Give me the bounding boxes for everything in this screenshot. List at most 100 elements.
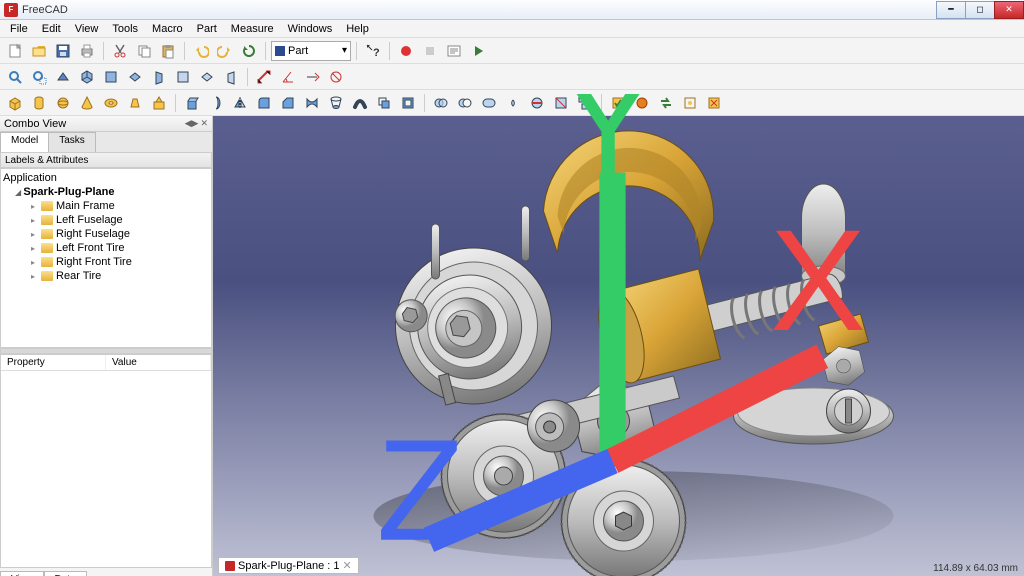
tree-item-label: Left Fuselage: [56, 214, 123, 226]
stop-macro-icon[interactable]: [419, 40, 441, 62]
bottom-view-icon[interactable]: [196, 66, 218, 88]
cylinder-icon[interactable]: [28, 92, 50, 114]
toolbar-view: [0, 64, 1024, 90]
tree-item[interactable]: Rear Tire: [3, 269, 209, 283]
cut-icon[interactable]: [109, 40, 131, 62]
tree-item-label: Main Frame: [56, 200, 115, 212]
macros-icon[interactable]: [443, 40, 465, 62]
status-bar: 114.89 x 64.03 mm: [933, 563, 1018, 574]
value-col: Value: [106, 355, 211, 370]
minimize-button[interactable]: ━: [936, 1, 966, 19]
draw-style-icon[interactable]: [52, 66, 74, 88]
tree-view[interactable]: Application Spark-Plug-Plane Main Frame …: [0, 168, 212, 348]
save-icon[interactable]: [52, 40, 74, 62]
combo-view-panel: Combo View ◀▶ ✕ Model Tasks Labels & Att…: [0, 116, 213, 576]
tree-item[interactable]: Main Frame: [3, 199, 209, 213]
folder-icon: [41, 201, 53, 211]
tab-tasks[interactable]: Tasks: [48, 132, 96, 152]
combo-view-title: Combo View: [4, 118, 66, 130]
record-macro-icon[interactable]: [395, 40, 417, 62]
document-tab[interactable]: Spark-Plug-Plane : 1 ✕: [218, 557, 359, 574]
sphere-icon[interactable]: [52, 92, 74, 114]
fit-all-icon[interactable]: [4, 66, 26, 88]
title-bar: F FreeCAD ━ ◻ ✕: [0, 0, 1024, 20]
menu-view[interactable]: View: [69, 22, 105, 36]
maximize-button[interactable]: ◻: [965, 1, 995, 19]
measure-linear-icon[interactable]: [253, 66, 275, 88]
tab-model[interactable]: Model: [0, 132, 49, 152]
top-view-icon[interactable]: [124, 66, 146, 88]
print-icon[interactable]: [76, 40, 98, 62]
axo-view-icon[interactable]: [76, 66, 98, 88]
folder-icon: [41, 215, 53, 225]
menu-tools[interactable]: Tools: [106, 22, 144, 36]
cone-icon[interactable]: [76, 92, 98, 114]
redo-icon[interactable]: [214, 40, 236, 62]
tree-item-label: Rear Tire: [56, 270, 101, 282]
paste-icon[interactable]: [157, 40, 179, 62]
refresh-icon[interactable]: [238, 40, 260, 62]
combo-view-header: Combo View ◀▶ ✕: [0, 116, 212, 132]
torus-icon[interactable]: [100, 92, 122, 114]
menu-file[interactable]: File: [4, 22, 34, 36]
toolbar-main: Part ?: [0, 38, 1024, 64]
new-icon[interactable]: [4, 40, 26, 62]
open-icon[interactable]: [28, 40, 50, 62]
folder-icon: [41, 271, 53, 281]
svg-text:Z: Z: [377, 409, 465, 566]
property-col: Property: [1, 355, 106, 370]
left-view-icon[interactable]: [220, 66, 242, 88]
menu-macro[interactable]: Macro: [146, 22, 189, 36]
rear-view-icon[interactable]: [172, 66, 194, 88]
folder-icon: [41, 243, 53, 253]
app-icon: F: [4, 3, 18, 17]
cube-icon[interactable]: [4, 92, 26, 114]
tree-item-label: Left Front Tire: [56, 242, 124, 254]
tree-item[interactable]: Right Fuselage: [3, 227, 209, 241]
menu-help[interactable]: Help: [340, 22, 375, 36]
folder-icon: [41, 257, 53, 267]
3d-viewport[interactable]: Y X Z: [213, 116, 1024, 576]
tree-item-label: Right Fuselage: [56, 228, 130, 240]
doc-tab-label: Spark-Plug-Plane : 1: [238, 560, 340, 572]
labels-header: Labels & Attributes: [0, 152, 212, 168]
tree-document[interactable]: Spark-Plug-Plane: [3, 185, 209, 199]
menu-measure[interactable]: Measure: [225, 22, 280, 36]
tree-item[interactable]: Right Front Tire: [3, 255, 209, 269]
pin-icon[interactable]: ◀▶: [185, 118, 199, 129]
prism-icon[interactable]: [124, 92, 146, 114]
tree-root[interactable]: Application: [3, 171, 209, 185]
property-panel: Property Value: [0, 354, 212, 568]
workbench-selector[interactable]: Part: [271, 41, 351, 61]
svg-text:Y: Y: [560, 94, 656, 204]
svg-text:?: ?: [373, 47, 380, 59]
menu-windows[interactable]: Windows: [282, 22, 339, 36]
menu-part[interactable]: Part: [191, 22, 223, 36]
front-view-icon[interactable]: [100, 66, 122, 88]
tree-item-label: Right Front Tire: [56, 256, 132, 268]
measure-angular-icon[interactable]: [277, 66, 299, 88]
measure-toggle-icon[interactable]: [325, 66, 347, 88]
whats-this-icon[interactable]: ?: [362, 40, 384, 62]
workbench-label: Part: [288, 45, 308, 57]
tab-data[interactable]: Data: [44, 571, 87, 576]
copy-icon[interactable]: [133, 40, 155, 62]
tree-item[interactable]: Left Fuselage: [3, 213, 209, 227]
folder-icon: [41, 229, 53, 239]
menu-edit[interactable]: Edit: [36, 22, 67, 36]
tree-item[interactable]: Left Front Tire: [3, 241, 209, 255]
fit-sel-icon[interactable]: [28, 66, 50, 88]
right-view-icon[interactable]: [148, 66, 170, 88]
close-button[interactable]: ✕: [994, 1, 1024, 19]
measure-clear-icon[interactable]: [301, 66, 323, 88]
doc-close-icon[interactable]: ✕: [343, 559, 352, 572]
axis-gizmo: Y X Z: [207, 94, 1018, 566]
play-macro-icon[interactable]: [467, 40, 489, 62]
builder-icon[interactable]: [148, 92, 170, 114]
tab-view[interactable]: View: [0, 571, 44, 576]
menu-bar: File Edit View Tools Macro Part Measure …: [0, 20, 1024, 38]
svg-text:X: X: [770, 199, 866, 361]
extrude-icon[interactable]: [181, 92, 203, 114]
doc-icon: [225, 561, 235, 571]
undo-icon[interactable]: [190, 40, 212, 62]
